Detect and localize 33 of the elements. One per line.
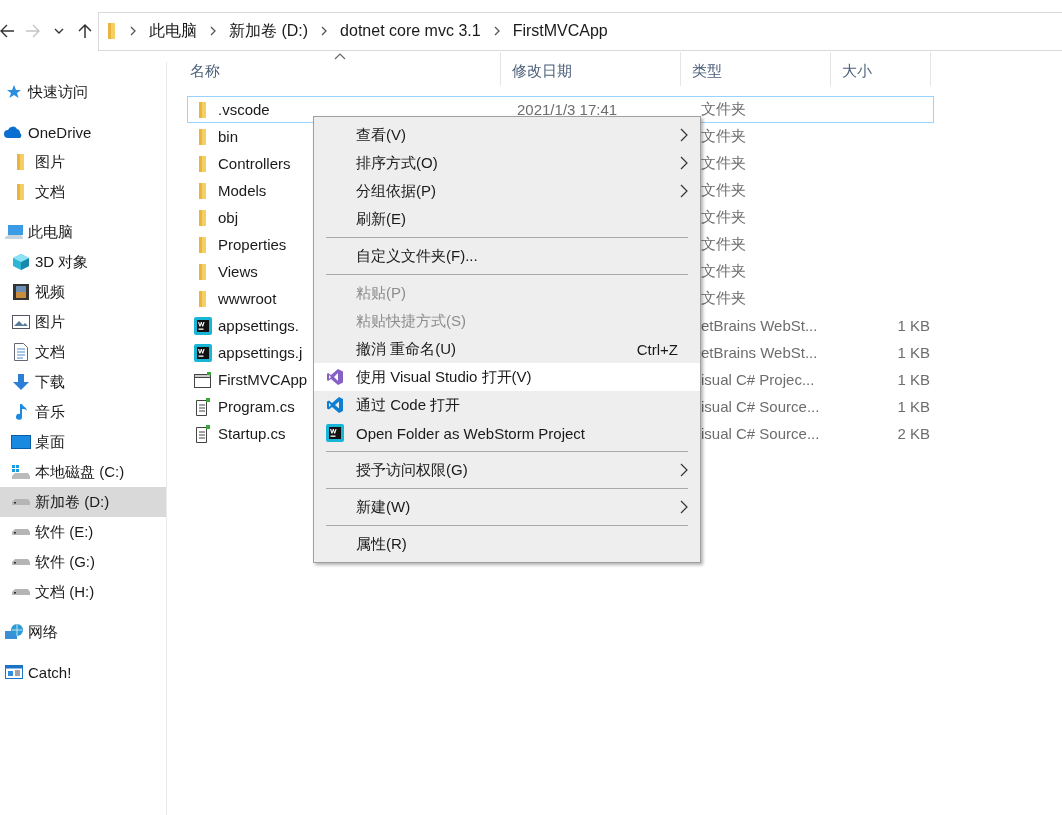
shortcut-label: Ctrl+Z <box>636 340 678 358</box>
file-name: Properties <box>218 236 287 253</box>
file-name: Views <box>218 263 258 280</box>
file-type: etBrains WebSt... <box>701 344 818 361</box>
file-type: 文件夹 <box>701 154 746 173</box>
file-type: 文件夹 <box>701 262 746 281</box>
file-type: 文件夹 <box>701 100 746 119</box>
modified-date: 2021/1/3 17:41 <box>517 101 618 118</box>
file-size: 2 KB <box>897 425 930 442</box>
file-name: Controllers <box>218 155 291 172</box>
file-name: obj <box>218 209 239 226</box>
file-type: 文件夹 <box>701 181 746 200</box>
file-type: 文件夹 <box>701 208 746 227</box>
file-type: 文件夹 <box>701 235 746 254</box>
file-type: isual C# Source... <box>701 398 820 415</box>
file-type: 文件夹 <box>701 127 746 146</box>
file-name: Models <box>218 182 267 199</box>
file-size: 1 KB <box>897 317 930 334</box>
file-name: Program.cs <box>218 398 295 415</box>
file-type: isual C# Source... <box>701 425 820 442</box>
file-name: wwwroot <box>218 290 277 307</box>
file-type: isual C# Projec... <box>701 371 815 388</box>
file-type: etBrains WebSt... <box>701 317 818 334</box>
file-size: 1 KB <box>897 344 930 361</box>
file-size: 1 KB <box>897 371 930 388</box>
file-name: Startup.cs <box>218 425 286 442</box>
file-name: appsettings. <box>218 317 299 334</box>
file-name: .vscode <box>218 101 270 118</box>
file-name: FirstMVCApp <box>218 371 308 388</box>
file-name: bin <box>218 128 239 145</box>
file-size: 1 KB <box>897 398 930 415</box>
file-type: 文件夹 <box>701 289 746 308</box>
file-name: appsettings.j <box>218 344 303 361</box>
